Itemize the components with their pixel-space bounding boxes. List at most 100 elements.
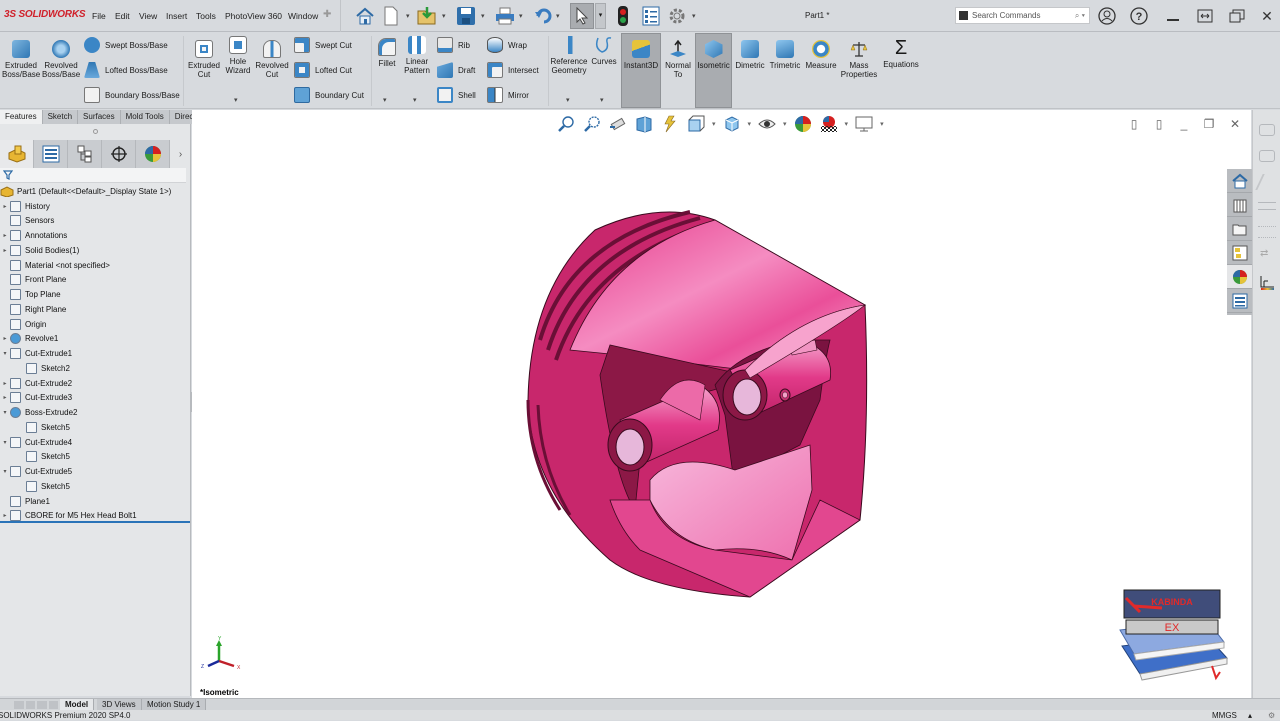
tab-sketch[interactable]: Sketch (42, 110, 79, 124)
tree-item[interactable]: Sketch5 (16, 479, 70, 493)
tree-item[interactable]: ▸ Solid Bodies(1) (0, 243, 79, 257)
tree-item[interactable]: ▾ Cut-Extrude5 (0, 465, 72, 479)
tree-item[interactable]: ▾ Cut-Extrude1 (0, 347, 72, 361)
search-scope-icon[interactable] (959, 11, 968, 20)
file-properties-icon[interactable] (640, 5, 662, 27)
dynamic-annotation-views-icon[interactable] (660, 115, 680, 133)
tree-item[interactable]: Sketch5 (16, 420, 70, 434)
design-library-icon[interactable] (1227, 193, 1252, 217)
menu-edit[interactable]: Edit (115, 11, 130, 21)
solidworks-logo[interactable]: 3S SOLIDWORKS (4, 9, 86, 20)
reference-geometry-dropdown[interactable]: ▾ (566, 96, 570, 104)
menu-file[interactable]: File (92, 11, 106, 21)
extruded-cut-button[interactable]: Extruded Cut (186, 40, 222, 79)
task-pane-swap-icon[interactable]: ⇄ (1260, 248, 1268, 259)
extruded-boss-button[interactable]: Extruded Boss/Base (2, 40, 40, 79)
print-icon[interactable] (494, 5, 516, 27)
task-pane-tool-icon[interactable] (1255, 174, 1279, 190)
mirror-button[interactable]: Mirror (487, 85, 529, 105)
task-pane-tool-icon[interactable] (1259, 124, 1275, 136)
boundary-cut-button[interactable]: Boundary Cut (294, 85, 364, 105)
menu-insert[interactable]: Insert (166, 11, 187, 21)
expand-toggle-icon[interactable]: ▸ (0, 232, 10, 239)
normal-to-button[interactable]: Normal To (663, 40, 693, 79)
menu-view[interactable]: View (139, 11, 157, 21)
view-settings-monitor-icon[interactable] (854, 115, 874, 133)
last-tab-arrow-icon[interactable] (48, 701, 58, 709)
expand-toggle-icon[interactable]: ▸ (0, 335, 10, 342)
file-explorer-folder-icon[interactable] (1227, 217, 1252, 241)
apply-scene-dropdown[interactable]: ▾ (845, 120, 849, 128)
isometric-button[interactable]: Isometric (695, 40, 732, 70)
dimetric-button[interactable]: Dimetric (734, 40, 766, 70)
curves-button[interactable]: Curves (590, 36, 618, 66)
prev-tab-arrow-icon[interactable] (25, 701, 35, 709)
configuration-manager-tab[interactable] (68, 140, 102, 168)
tree-item[interactable]: ▾ Boss-Extrude2 (0, 406, 77, 420)
tree-item[interactable]: Sketch2 (16, 361, 70, 375)
unit-system-dropdown[interactable]: ▴ (1248, 710, 1252, 721)
tree-filter-bar[interactable] (0, 168, 186, 183)
property-manager-tab[interactable] (34, 140, 68, 168)
restore-icon[interactable] (1227, 6, 1247, 26)
tree-item[interactable]: ▸ History (0, 199, 50, 213)
filter-funnel-icon[interactable] (3, 170, 13, 180)
display-style-dropdown[interactable]: ▾ (748, 120, 752, 128)
view-settings-dropdown[interactable]: ▾ (880, 120, 884, 128)
tree-item[interactable]: Sketch5 (16, 450, 70, 464)
open-dropdown[interactable]: ▾ (442, 12, 446, 20)
viewport-minimize-icon[interactable]: _ (1177, 117, 1191, 131)
display-manager-tab[interactable] (136, 140, 170, 168)
task-pane-chart-icon[interactable] (1259, 275, 1275, 291)
hide-show-dropdown[interactable]: ▾ (783, 120, 787, 128)
instant3d-button[interactable]: Instant3D (621, 40, 661, 70)
section-view-icon[interactable] (634, 115, 654, 133)
tree-item[interactable]: Plane1 (0, 494, 50, 508)
expand-toggle-icon[interactable]: ▾ (0, 409, 10, 416)
close-icon[interactable]: ✕ (1257, 6, 1277, 26)
expand-toggle-icon[interactable]: ▸ (0, 512, 10, 519)
zoom-to-fit-icon[interactable] (556, 115, 576, 133)
expand-toggle-icon[interactable]: ▾ (0, 350, 10, 357)
menu-tools[interactable]: Tools (196, 11, 216, 21)
rib-button[interactable]: Rib (437, 35, 470, 55)
shell-button[interactable]: Shell (437, 85, 476, 105)
home-icon[interactable] (354, 5, 376, 27)
task-pane-tool-icon[interactable] (1258, 226, 1276, 238)
zoom-to-area-icon[interactable] (582, 115, 602, 133)
hole-wizard-dropdown[interactable]: ▾ (234, 96, 238, 104)
options-dropdown[interactable]: ▾ (692, 12, 696, 20)
trimetric-button[interactable]: Trimetric (768, 40, 802, 70)
tab-scroll-arrows[interactable] (14, 701, 58, 709)
first-tab-arrow-icon[interactable] (14, 701, 24, 709)
linear-pattern-dropdown[interactable]: ▾ (413, 96, 417, 104)
solidworks-resources-home-icon[interactable] (1227, 169, 1252, 193)
dimxpert-manager-tab[interactable] (102, 140, 136, 168)
next-tab-arrow-icon[interactable] (37, 701, 47, 709)
tab-features[interactable]: Features (0, 110, 43, 124)
task-pane-tool-icon[interactable] (1258, 202, 1276, 210)
lofted-cut-button[interactable]: Lofted Cut (294, 60, 352, 80)
expand-toggle-icon[interactable]: ▾ (0, 439, 10, 446)
previous-view-icon[interactable] (608, 115, 628, 133)
viewport-close-icon[interactable]: ✕ (1228, 117, 1242, 131)
mass-properties-button[interactable]: Mass Properties (840, 40, 878, 79)
tree-item[interactable]: ▸ Revolve1 (0, 332, 58, 346)
open-icon[interactable] (417, 5, 439, 27)
menu-window[interactable]: Window (288, 11, 318, 21)
tree-item[interactable]: Sensors (0, 214, 54, 228)
swept-boss-button[interactable]: Swept Boss/Base (84, 35, 168, 55)
menu-photoview[interactable]: PhotoView 360 (225, 11, 282, 21)
expand-toggle-icon[interactable]: ▾ (0, 468, 10, 475)
tree-item[interactable]: Origin (0, 317, 46, 331)
hole-wizard-button[interactable]: Hole Wizard (222, 36, 254, 75)
viewport-restore-icon[interactable]: ❐ (1202, 117, 1216, 131)
help-icon[interactable]: ? (1129, 6, 1149, 26)
display-style-icon[interactable] (722, 115, 742, 133)
view-palette-icon[interactable] (1227, 241, 1252, 265)
tree-item[interactable]: Top Plane (0, 288, 61, 302)
task-pane-tool-icon[interactable] (1259, 150, 1275, 162)
custom-properties-icon[interactable] (1227, 289, 1252, 313)
piston-3d-model[interactable] (500, 200, 880, 600)
customize-status-icon[interactable]: ⚙ (1268, 710, 1275, 721)
